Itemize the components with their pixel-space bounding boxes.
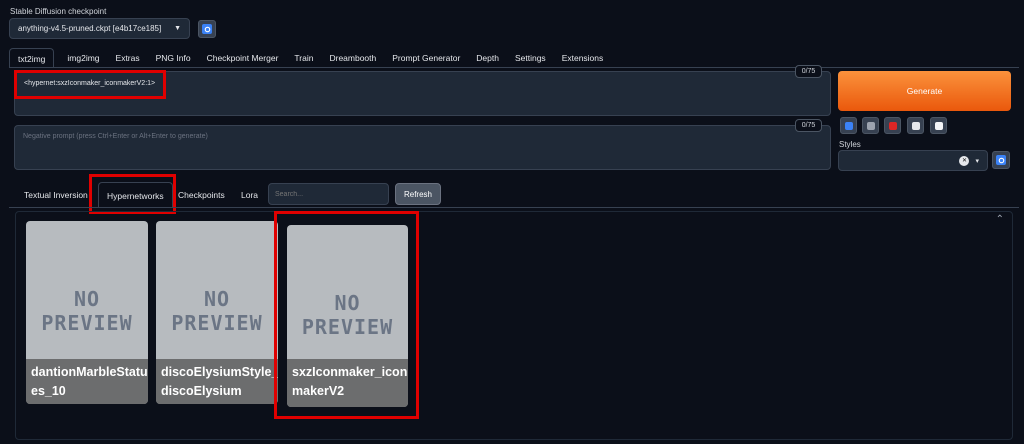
refresh-label: Refresh	[403, 189, 432, 199]
tab-lora[interactable]: Lora	[233, 185, 266, 205]
no-preview-line2: PREVIEW	[171, 311, 263, 335]
styles-refresh-button[interactable]	[992, 151, 1010, 169]
tab-label: Textual Inversion	[24, 190, 88, 200]
no-preview-line1: NO	[203, 287, 231, 311]
tabs-divider	[9, 67, 1019, 68]
generate-label: Generate	[906, 86, 943, 96]
collapse-icon[interactable]: ⌃	[996, 214, 1004, 225]
extra-networks-button[interactable]	[884, 117, 901, 134]
card-title-line2: discoElysium	[161, 384, 242, 398]
no-preview-line1: NO	[73, 287, 101, 311]
chevron-down-icon: ▾	[975, 157, 979, 165]
tab-label: txt2img	[18, 53, 46, 64]
no-preview-line1: NO	[334, 291, 361, 315]
checkpoint-label: Stable Diffusion checkpoint	[10, 7, 107, 16]
tab-label: Settings	[514, 53, 546, 63]
refresh-button[interactable]: Refresh	[395, 183, 441, 205]
tab-label: PNG Info	[155, 53, 191, 63]
clear-icon[interactable]: ✕	[959, 155, 970, 166]
card-title-line1: discoElysiumStyle_	[161, 365, 278, 379]
hypernetworks-highlight	[89, 174, 176, 214]
card-title: discoElysiumStyle_ discoElysium	[156, 359, 278, 404]
save-icon	[934, 121, 943, 130]
card-discoElysium[interactable]: NO PREVIEW discoElysiumStyle_ discoElysi…	[156, 221, 278, 404]
card-title: sxzIconmaker_icon makerV2	[287, 359, 408, 407]
prompt-highlight	[14, 70, 166, 99]
prompt-token-counter: 0/75	[795, 65, 822, 78]
card-title-line1: dantionMarbleStatu	[31, 365, 148, 379]
checkpoint-value: anything-v4.5-pruned.ckpt [e4b17ce185]	[18, 24, 162, 33]
tab-dreambooth[interactable]: Dreambooth	[321, 48, 384, 68]
tab-label: Extensions	[561, 53, 604, 63]
tab-label: Checkpoints	[178, 190, 225, 200]
no-preview-line2: PREVIEW	[41, 311, 133, 335]
tab-textual-inversion[interactable]: Textual Inversion	[16, 185, 96, 205]
styles-select[interactable]: ✕ ▾	[838, 150, 988, 171]
refresh-icon	[996, 155, 1006, 165]
arrow-icon	[844, 121, 853, 130]
tab-checkpoints[interactable]: Checkpoints	[170, 185, 233, 205]
tab-img2img[interactable]: img2img	[59, 48, 107, 68]
tab-extras[interactable]: Extras	[108, 48, 148, 68]
paste-style-button[interactable]	[907, 117, 924, 134]
extra-tabs-divider	[9, 207, 1019, 208]
tab-label: Depth	[476, 53, 499, 63]
tab-label: Train	[294, 53, 314, 63]
no-preview-line2: PREVIEW	[301, 315, 394, 339]
card-title: dantionMarbleStatu es_10	[26, 359, 148, 404]
tab-checkpoint-merger[interactable]: Checkpoint Merger	[199, 48, 287, 68]
card-title-line1: sxzIconmaker_icon	[292, 365, 408, 379]
negative-prompt-placeholder: Negative prompt (press Ctrl+Enter or Alt…	[23, 133, 208, 140]
save-style-button[interactable]	[930, 117, 947, 134]
tab-txt2img[interactable]: txt2img	[9, 48, 55, 68]
negative-token-counter: 0/75	[795, 119, 822, 132]
chevron-down-icon: ▼	[174, 25, 181, 32]
tab-prompt-generator[interactable]: Prompt Generator	[384, 48, 468, 68]
main-tabs: txt2img img2img Extras PNG Info Checkpoi…	[9, 48, 611, 68]
tab-png-info[interactable]: PNG Info	[148, 48, 199, 68]
refresh-icon	[202, 24, 212, 34]
trash-icon	[866, 121, 875, 130]
tab-train[interactable]: Train	[286, 48, 321, 68]
card-dantionMarbleStatues[interactable]: NO PREVIEW dantionMarbleStatu es_10	[26, 221, 148, 404]
tab-label: Extras	[115, 53, 140, 63]
tab-settings[interactable]: Settings	[507, 48, 554, 68]
checkpoint-select[interactable]: anything-v4.5-pruned.ckpt [e4b17ce185] ▼	[9, 18, 190, 39]
tab-depth[interactable]: Depth	[468, 48, 507, 68]
tab-label: Dreambooth	[329, 53, 377, 63]
tab-label: Checkpoint Merger	[206, 53, 279, 63]
card-title-line2: es_10	[31, 384, 66, 398]
red-card-icon	[888, 121, 897, 130]
card-sxzIconmaker[interactable]: NO PREVIEW sxzIconmaker_icon makerV2	[287, 225, 408, 407]
negative-prompt-input[interactable]: Negative prompt (press Ctrl+Enter or Alt…	[14, 125, 831, 170]
trash-button[interactable]	[862, 117, 879, 134]
card-title-line2: makerV2	[292, 384, 345, 398]
tab-label: img2img	[67, 53, 100, 63]
search-input[interactable]	[268, 183, 389, 205]
tab-extensions[interactable]: Extensions	[554, 48, 612, 68]
tab-label: Lora	[241, 190, 259, 200]
styles-label: Styles	[839, 140, 861, 149]
generate-button[interactable]: Generate	[838, 71, 1011, 111]
read-params-button[interactable]	[840, 117, 857, 134]
clipboard-icon	[911, 121, 920, 130]
tab-label: Prompt Generator	[392, 53, 461, 63]
checkpoint-refresh-button[interactable]	[198, 20, 216, 38]
